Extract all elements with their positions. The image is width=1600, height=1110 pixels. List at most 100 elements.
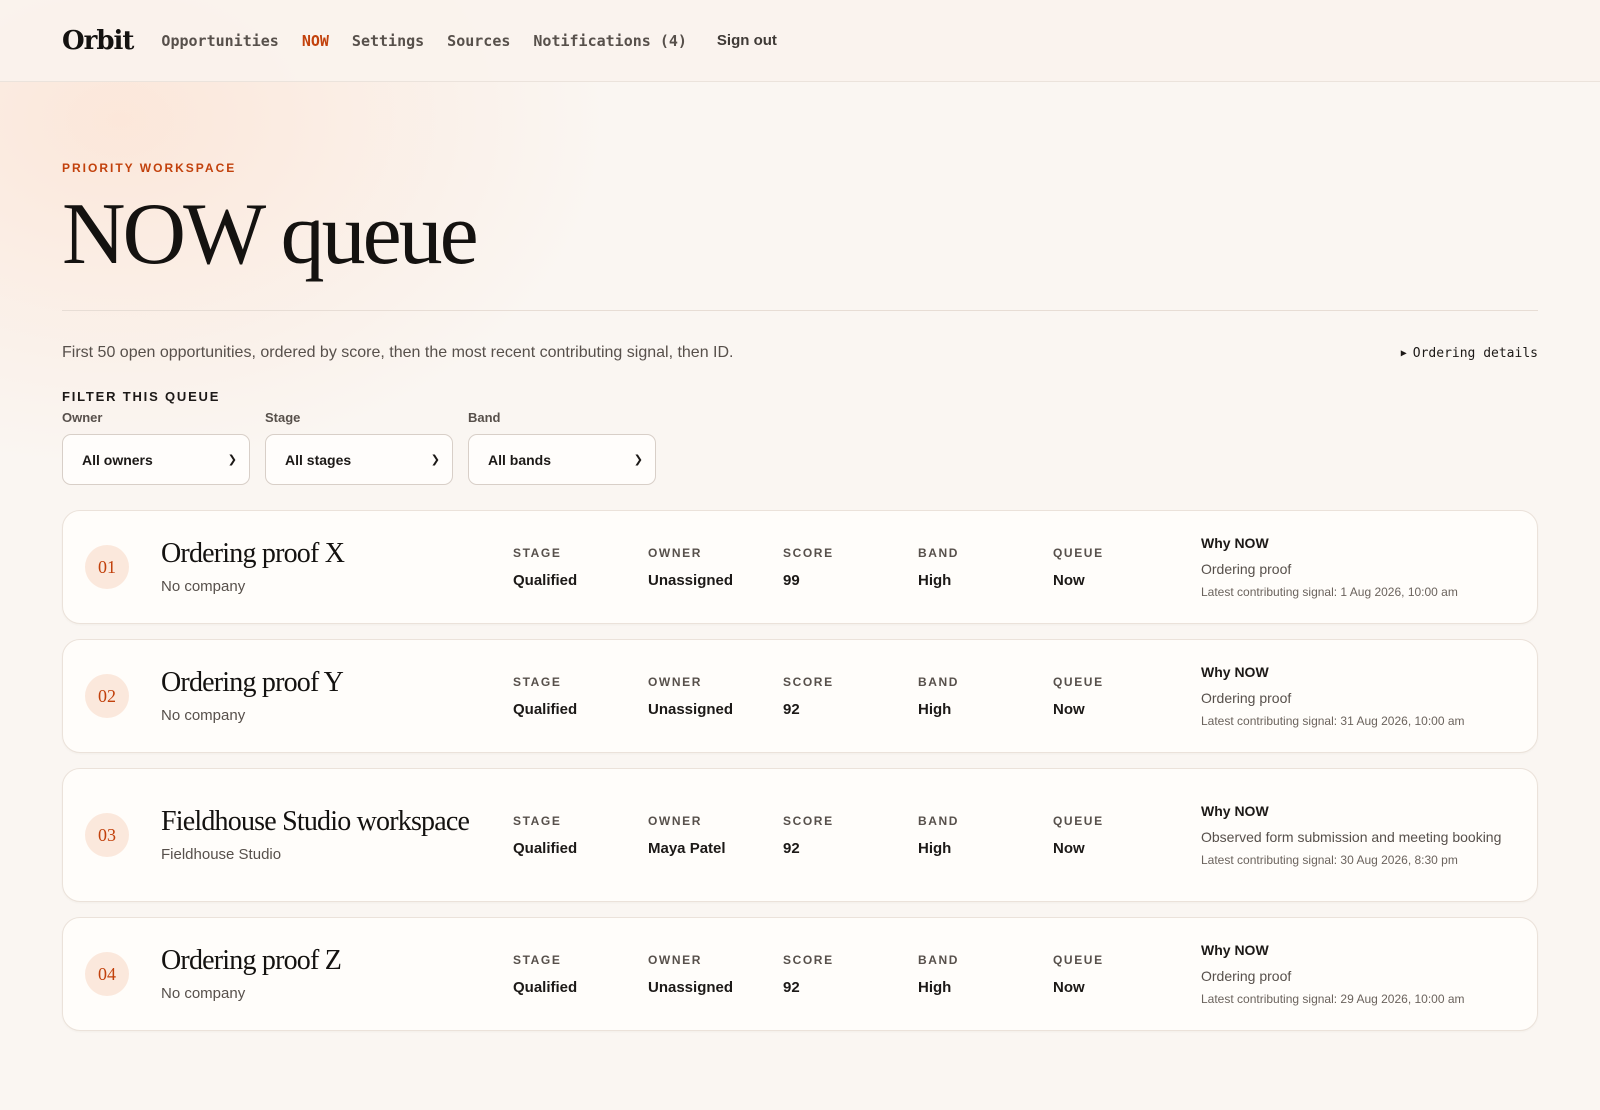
why-now-heading: Why NOW — [1201, 941, 1269, 958]
opportunity-card[interactable]: 03 Fieldhouse Studio workspace Fieldhous… — [62, 768, 1538, 902]
rank-badge: 03 — [85, 813, 129, 857]
band-label: BAND — [918, 813, 960, 828]
opportunity-title[interactable]: Ordering proof Z — [161, 945, 513, 977]
owner-value: Maya Patel — [648, 839, 726, 857]
band-select-value: All bands — [488, 451, 552, 468]
opportunity-list: 01 Ordering proof X No company STAGE Qua… — [62, 510, 1538, 1031]
score-label: SCORE — [783, 545, 834, 560]
stage-filter-label: Stage — [265, 410, 301, 425]
queue-description: First 50 open opportunities, ordered by … — [62, 344, 734, 361]
owner-field: OWNER Maya Patel — [648, 814, 783, 857]
owner-select[interactable]: All owners ❯ — [62, 434, 250, 485]
owner-field: OWNER Unassigned — [648, 953, 783, 996]
owner-value: Unassigned — [648, 978, 734, 996]
queue-field: QUEUE Now — [1053, 675, 1201, 718]
opportunity-heading: Fieldhouse Studio workspace Fieldhouse S… — [161, 806, 513, 863]
stage-label: STAGE — [513, 674, 562, 689]
opportunity-title[interactable]: Fieldhouse Studio workspace — [161, 806, 513, 838]
opportunity-title[interactable]: Ordering proof X — [161, 538, 513, 570]
latest-signal: Latest contributing signal: 1 Aug 2026, … — [1201, 585, 1458, 600]
score-field: SCORE 92 — [783, 675, 918, 718]
nav-now[interactable]: NOW — [302, 32, 329, 50]
queue-value: Now — [1053, 571, 1085, 589]
main-nav: Opportunities NOW Settings Sources Notif… — [161, 32, 800, 50]
queue-value: Now — [1053, 839, 1085, 857]
why-now-reason: Ordering proof — [1201, 689, 1292, 706]
owner-select-value: All owners — [82, 451, 153, 468]
company-name: No company — [161, 984, 246, 1002]
nav-sources[interactable]: Sources — [447, 32, 510, 50]
sign-out-button[interactable]: Sign out — [717, 32, 777, 49]
stage-label: STAGE — [513, 952, 562, 967]
why-now-heading: Why NOW — [1201, 534, 1269, 551]
stage-label: STAGE — [513, 545, 562, 560]
latest-signal: Latest contributing signal: 29 Aug 2026,… — [1201, 992, 1465, 1007]
band-label: BAND — [918, 545, 960, 560]
nav-notifications[interactable]: Notifications (4) — [533, 32, 687, 50]
score-value: 92 — [783, 978, 800, 996]
owner-field: OWNER Unassigned — [648, 675, 783, 718]
score-field: SCORE 92 — [783, 814, 918, 857]
score-label: SCORE — [783, 952, 834, 967]
band-value: High — [918, 700, 952, 718]
band-value: High — [918, 839, 952, 857]
band-select[interactable]: All bands ❯ — [468, 434, 656, 485]
score-value: 99 — [783, 571, 800, 589]
score-field: SCORE 99 — [783, 546, 918, 589]
opportunity-card[interactable]: 01 Ordering proof X No company STAGE Qua… — [62, 510, 1538, 624]
queue-field: QUEUE Now — [1053, 814, 1201, 857]
company-name: No company — [161, 577, 246, 595]
queue-label: QUEUE — [1053, 813, 1104, 828]
ordering-details-toggle[interactable]: ▶ Ordering details — [1401, 346, 1538, 361]
band-field: BAND High — [918, 953, 1053, 996]
queue-label: QUEUE — [1053, 674, 1104, 689]
score-field: SCORE 92 — [783, 953, 918, 996]
why-now-heading: Why NOW — [1201, 802, 1269, 819]
band-label: BAND — [918, 952, 960, 967]
opportunity-card[interactable]: 02 Ordering proof Y No company STAGE Qua… — [62, 639, 1538, 753]
band-filter: Band All bands ❯ — [468, 410, 656, 485]
queue-label: QUEUE — [1053, 545, 1104, 560]
intro-row: First 50 open opportunities, ordered by … — [62, 344, 1538, 362]
score-label: SCORE — [783, 813, 834, 828]
why-now-block: Why NOW Ordering proof Latest contributi… — [1201, 535, 1507, 599]
stage-select-value: All stages — [285, 451, 352, 468]
band-label: BAND — [918, 674, 960, 689]
filter-section-title: FILTER THIS QUEUE — [62, 389, 221, 404]
score-value: 92 — [783, 700, 800, 718]
opportunity-heading: Ordering proof Y No company — [161, 667, 513, 724]
stage-field: STAGE Qualified — [513, 953, 648, 996]
nav-opportunities[interactable]: Opportunities — [161, 32, 278, 50]
stage-select[interactable]: All stages ❯ — [265, 434, 453, 485]
opportunity-heading: Ordering proof X No company — [161, 538, 513, 595]
queue-field: QUEUE Now — [1053, 546, 1201, 589]
queue-field: QUEUE Now — [1053, 953, 1201, 996]
why-now-block: Why NOW Ordering proof Latest contributi… — [1201, 664, 1507, 728]
page-title: NOW queue — [62, 186, 479, 283]
brand-logo[interactable]: Orbit — [62, 26, 134, 56]
rank-badge: 04 — [85, 952, 129, 996]
band-field: BAND High — [918, 814, 1053, 857]
stage-field: STAGE Qualified — [513, 814, 648, 857]
chevron-down-icon: ❯ — [633, 454, 643, 466]
stage-value: Qualified — [513, 839, 578, 857]
band-field: BAND High — [918, 675, 1053, 718]
stage-field: STAGE Qualified — [513, 546, 648, 589]
nav-settings[interactable]: Settings — [352, 32, 424, 50]
stage-value: Qualified — [513, 571, 578, 589]
queue-value: Now — [1053, 978, 1085, 996]
company-name: No company — [161, 706, 246, 724]
title-divider — [62, 310, 1538, 311]
ordering-details-label: Ordering details — [1412, 345, 1538, 361]
opportunity-title[interactable]: Ordering proof Y — [161, 667, 513, 699]
stage-label: STAGE — [513, 813, 562, 828]
band-filter-label: Band — [468, 410, 501, 425]
rank-badge: 01 — [85, 545, 129, 589]
company-name: Fieldhouse Studio — [161, 845, 282, 863]
opportunity-card[interactable]: 04 Ordering proof Z No company STAGE Qua… — [62, 917, 1538, 1031]
queue-value: Now — [1053, 700, 1085, 718]
stage-field: STAGE Qualified — [513, 675, 648, 718]
owner-label: OWNER — [648, 813, 702, 828]
latest-signal: Latest contributing signal: 31 Aug 2026,… — [1201, 714, 1465, 729]
top-navigation: Orbit Opportunities NOW Settings Sources… — [0, 0, 1600, 82]
